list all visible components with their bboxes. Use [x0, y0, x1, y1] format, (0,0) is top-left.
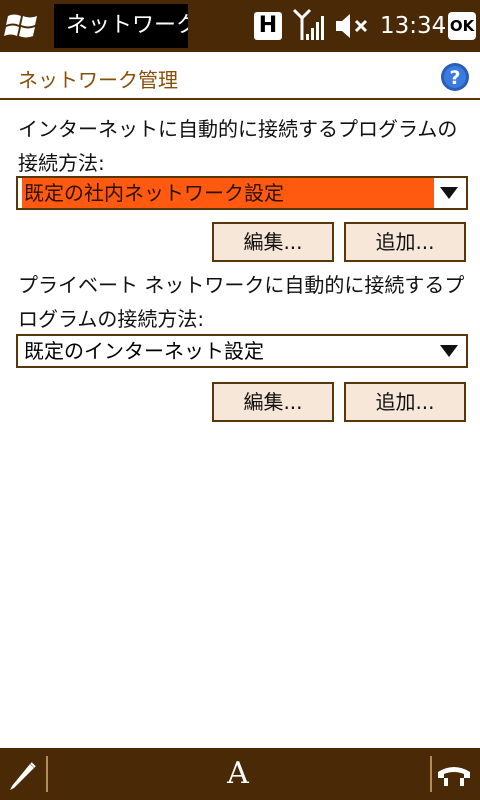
window-title[interactable]: ネットワーク管	[54, 4, 188, 48]
hsdpa-icon: H	[254, 12, 282, 40]
help-label: ?	[449, 67, 460, 89]
private-connection-value: 既定のインターネット設定	[24, 339, 264, 363]
chevron-down-icon	[440, 345, 458, 357]
internet-add-button[interactable]: 追加...	[344, 222, 466, 262]
internet-connection-dropdown[interactable]: 既定の社内ネットワーク設定	[16, 176, 468, 210]
separator	[430, 756, 432, 792]
private-connection-dropdown[interactable]: 既定のインターネット設定	[16, 334, 468, 368]
private-add-button[interactable]: 追加...	[344, 382, 466, 422]
ok-button[interactable]: OK	[448, 12, 476, 40]
internet-connection-label: インターネットに自動的に接続するプログラムの接続方法:	[18, 117, 458, 175]
private-connection-label: プライベート ネットワークに自動的に接続するプログラムの接続方法:	[18, 273, 465, 331]
internet-connection-value: 既定の社内ネットワーク設定	[22, 178, 434, 208]
chevron-down-icon	[440, 187, 458, 199]
separator	[46, 756, 48, 792]
pencil-icon[interactable]	[6, 758, 40, 792]
phone-icon[interactable]	[436, 762, 472, 788]
help-icon[interactable]: ?	[440, 62, 470, 92]
volume-muted-icon[interactable]	[334, 12, 370, 40]
keyboard-icon[interactable]: A	[216, 750, 260, 798]
page-header: ネットワーク管理 ?	[0, 52, 480, 100]
private-edit-button[interactable]: 編集...	[212, 382, 334, 422]
clock[interactable]: 13:34	[380, 0, 446, 52]
status-bar: ネットワーク管 H 13:34 OK	[0, 0, 480, 52]
internet-edit-button[interactable]: 編集...	[212, 222, 334, 262]
windows-start-icon[interactable]	[4, 8, 44, 44]
bottom-bar: A	[0, 748, 480, 800]
page-title: ネットワーク管理	[18, 68, 178, 92]
signal-strength-icon[interactable]	[292, 8, 324, 44]
